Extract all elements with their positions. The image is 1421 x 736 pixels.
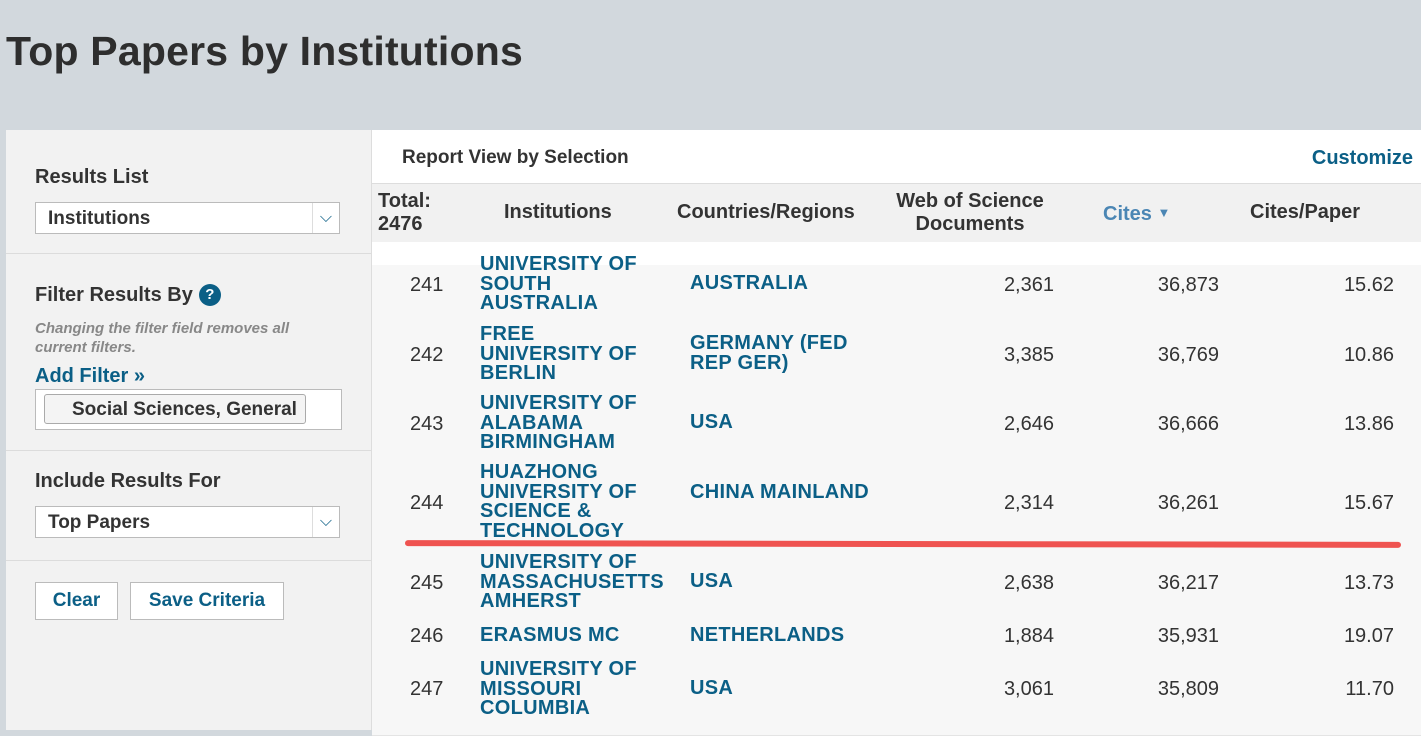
total-count: Total: 2476 xyxy=(378,190,431,236)
country-link[interactable]: USA xyxy=(690,412,870,433)
table-row: 247 UNIVERSITY OF MISSOURI COLUMBIA USA … xyxy=(372,655,1421,736)
country-link[interactable]: AUSTRALIA xyxy=(690,273,870,294)
docs-cell: 2,646 xyxy=(1003,413,1054,435)
rank-cell: 247 xyxy=(410,678,444,700)
institution-link[interactable]: UNIVERSITY OF ALABAMA BIRMINGHAM xyxy=(480,393,660,453)
country-link[interactable]: USA xyxy=(690,571,870,592)
cites-per-paper-cell: 15.62 xyxy=(1343,274,1394,296)
cites-cell: 36,873 xyxy=(1157,274,1219,296)
cites-cell: 36,769 xyxy=(1157,344,1219,366)
filter-label-text: Filter Results By xyxy=(35,284,193,306)
country-link[interactable]: GERMANY (FED REP GER) xyxy=(690,333,870,373)
col-cites-label: Cites xyxy=(1103,203,1152,225)
rank-cell: 241 xyxy=(410,274,444,296)
table-row: 241 UNIVERSITY OF SOUTH AUSTRALIA AUSTRA… xyxy=(372,254,1421,321)
table-row: 244 HUAZHONG UNIVERSITY OF SCIENCE & TEC… xyxy=(372,459,1421,549)
report-panel: Report View by Selection Customize Total… xyxy=(372,130,1421,736)
docs-cell: 2,314 xyxy=(1003,492,1054,514)
col-institutions[interactable]: Institutions xyxy=(504,201,612,224)
institution-link[interactable]: FREE UNIVERSITY OF BERLIN xyxy=(480,324,660,384)
docs-cell: 2,361 xyxy=(1003,274,1054,296)
cites-per-paper-cell: 10.86 xyxy=(1343,344,1394,366)
rank-cell: 246 xyxy=(410,625,444,647)
cites-per-paper-cell: 11.70 xyxy=(1345,678,1394,700)
docs-cell: 2,638 xyxy=(1003,572,1054,594)
clear-button[interactable]: Clear xyxy=(35,582,118,620)
chevron-down-icon[interactable]: ⌵ xyxy=(312,507,339,537)
include-results-label: Include Results For xyxy=(35,470,221,492)
cites-per-paper-cell: 15.67 xyxy=(1343,492,1394,514)
results-list-label: Results List xyxy=(35,166,149,188)
active-filters-box: Social Sciences, General xyxy=(35,389,342,430)
chevron-down-icon[interactable]: ⌵ xyxy=(312,203,339,233)
docs-cell: 3,061 xyxy=(1003,678,1054,700)
col-cites[interactable]: Cites ▼ xyxy=(1103,201,1170,226)
country-link[interactable]: USA xyxy=(690,678,870,699)
results-list-value: Institutions xyxy=(48,208,151,229)
total-value: 2476 xyxy=(378,213,423,235)
rank-cell: 243 xyxy=(410,413,444,435)
rank-cell: 245 xyxy=(410,572,444,594)
table-row: 242 FREE UNIVERSITY OF BERLIN GERMANY (F… xyxy=(372,320,1421,391)
add-filter-link[interactable]: Add Filter » xyxy=(35,365,145,388)
customize-link[interactable]: Customize xyxy=(1312,147,1413,170)
include-section: Include Results For Top Papers ⌵ xyxy=(6,450,371,561)
institution-link[interactable]: HUAZHONG UNIVERSITY OF SCIENCE & TECHNOL… xyxy=(480,462,660,541)
cites-cell: 36,261 xyxy=(1157,492,1219,514)
table-row: 243 UNIVERSITY OF ALABAMA BIRMINGHAM USA… xyxy=(372,390,1421,460)
rank-cell: 244 xyxy=(410,492,444,514)
country-link[interactable]: NETHERLANDS xyxy=(690,625,870,646)
table-header: Total: 2476 Institutions Countries/Regio… xyxy=(372,183,1421,242)
cites-cell: 35,931 xyxy=(1157,625,1219,647)
institution-link[interactable]: UNIVERSITY OF MISSOURI COLUMBIA xyxy=(480,659,660,719)
sort-desc-icon: ▼ xyxy=(1157,205,1171,220)
filter-hint: Changing the filter field removes all cu… xyxy=(35,320,290,356)
col-wos-documents[interactable]: Web of Science Documents xyxy=(890,190,1050,236)
page-title: Top Papers by Institutions xyxy=(6,28,523,74)
institution-link[interactable]: UNIVERSITY OF SOUTH AUSTRALIA xyxy=(480,254,660,314)
cites-cell: 36,666 xyxy=(1157,413,1219,435)
docs-cell: 3,385 xyxy=(1003,344,1054,366)
cites-per-paper-cell: 19.07 xyxy=(1343,625,1394,647)
help-icon[interactable]: ? xyxy=(198,284,221,306)
results-list-select[interactable]: Institutions ⌵ xyxy=(35,202,340,234)
table-row: 245 UNIVERSITY OF MASSACHUSETTS AMHERST … xyxy=(372,548,1421,619)
col-countries[interactable]: Countries/Regions xyxy=(677,201,855,224)
cites-per-paper-cell: 13.86 xyxy=(1343,413,1394,435)
sidebar: Results List Institutions ⌵ Filter Resul… xyxy=(6,130,372,730)
table-row: 246 ERASMUS MC NETHERLANDS 1,884 35,931 … xyxy=(372,618,1421,656)
include-results-value: Top Papers xyxy=(48,512,151,533)
save-criteria-button[interactable]: Save Criteria xyxy=(130,582,284,620)
country-link[interactable]: CHINA MAINLAND xyxy=(690,482,870,503)
cites-per-paper-cell: 13.73 xyxy=(1343,572,1394,594)
institution-link[interactable]: ERASMUS MC xyxy=(480,625,700,646)
cites-cell: 35,809 xyxy=(1157,678,1219,700)
rank-cell: 242 xyxy=(410,344,444,366)
report-title: Report View by Selection xyxy=(402,147,629,168)
include-results-select[interactable]: Top Papers ⌵ xyxy=(35,506,340,538)
cites-cell: 36,217 xyxy=(1157,572,1219,594)
filter-results-label: Filter Results By? xyxy=(35,284,221,307)
results-list-section: Results List Institutions ⌵ xyxy=(6,130,371,254)
filter-chip[interactable]: Social Sciences, General xyxy=(44,394,306,424)
total-label: Total: xyxy=(378,190,431,212)
docs-cell: 1,884 xyxy=(1003,625,1054,647)
institution-link[interactable]: UNIVERSITY OF MASSACHUSETTS AMHERST xyxy=(480,552,664,612)
col-cites-per-paper[interactable]: Cites/Paper xyxy=(1250,201,1360,224)
